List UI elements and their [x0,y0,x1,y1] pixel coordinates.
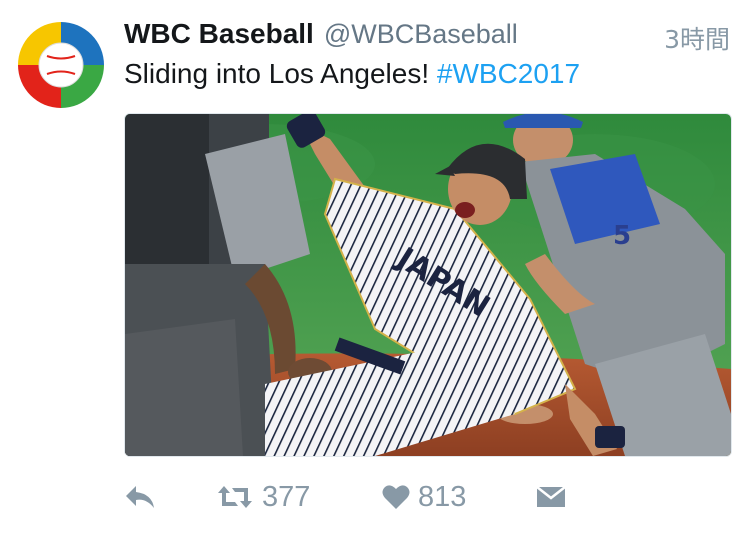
display-name[interactable]: WBC Baseball [124,18,314,50]
reply-icon [126,486,154,508]
retweet-button[interactable]: 377 [216,475,310,519]
timestamp[interactable]: 3時間 [664,20,730,56]
envelope-icon [536,486,566,507]
like-button[interactable]: 813 [382,475,466,519]
tweet-actions: 377 813 [124,475,624,519]
heart-icon [382,485,410,509]
tweet-body: Sliding into Los Angeles! [124,58,437,89]
reply-button[interactable] [124,475,156,519]
fielder-number: 5 [613,221,631,251]
like-count: 813 [418,480,467,513]
user-handle[interactable]: @WBCBaseball [324,19,518,50]
retweet-count: 377 [262,480,311,513]
wbc-logo-icon [18,22,104,108]
retweet-icon [218,486,252,508]
tweet-photo[interactable]: 5 JAPAN [124,113,732,457]
direct-message-button[interactable] [536,475,566,519]
hashtag-link[interactable]: #WBC2017 [437,58,580,89]
avatar[interactable] [16,20,106,110]
tweet-header: WBC Baseball @WBCBaseball 3時間 [124,18,734,58]
tweet-text: Sliding into Los Angeles! #WBC2017 [124,58,580,90]
